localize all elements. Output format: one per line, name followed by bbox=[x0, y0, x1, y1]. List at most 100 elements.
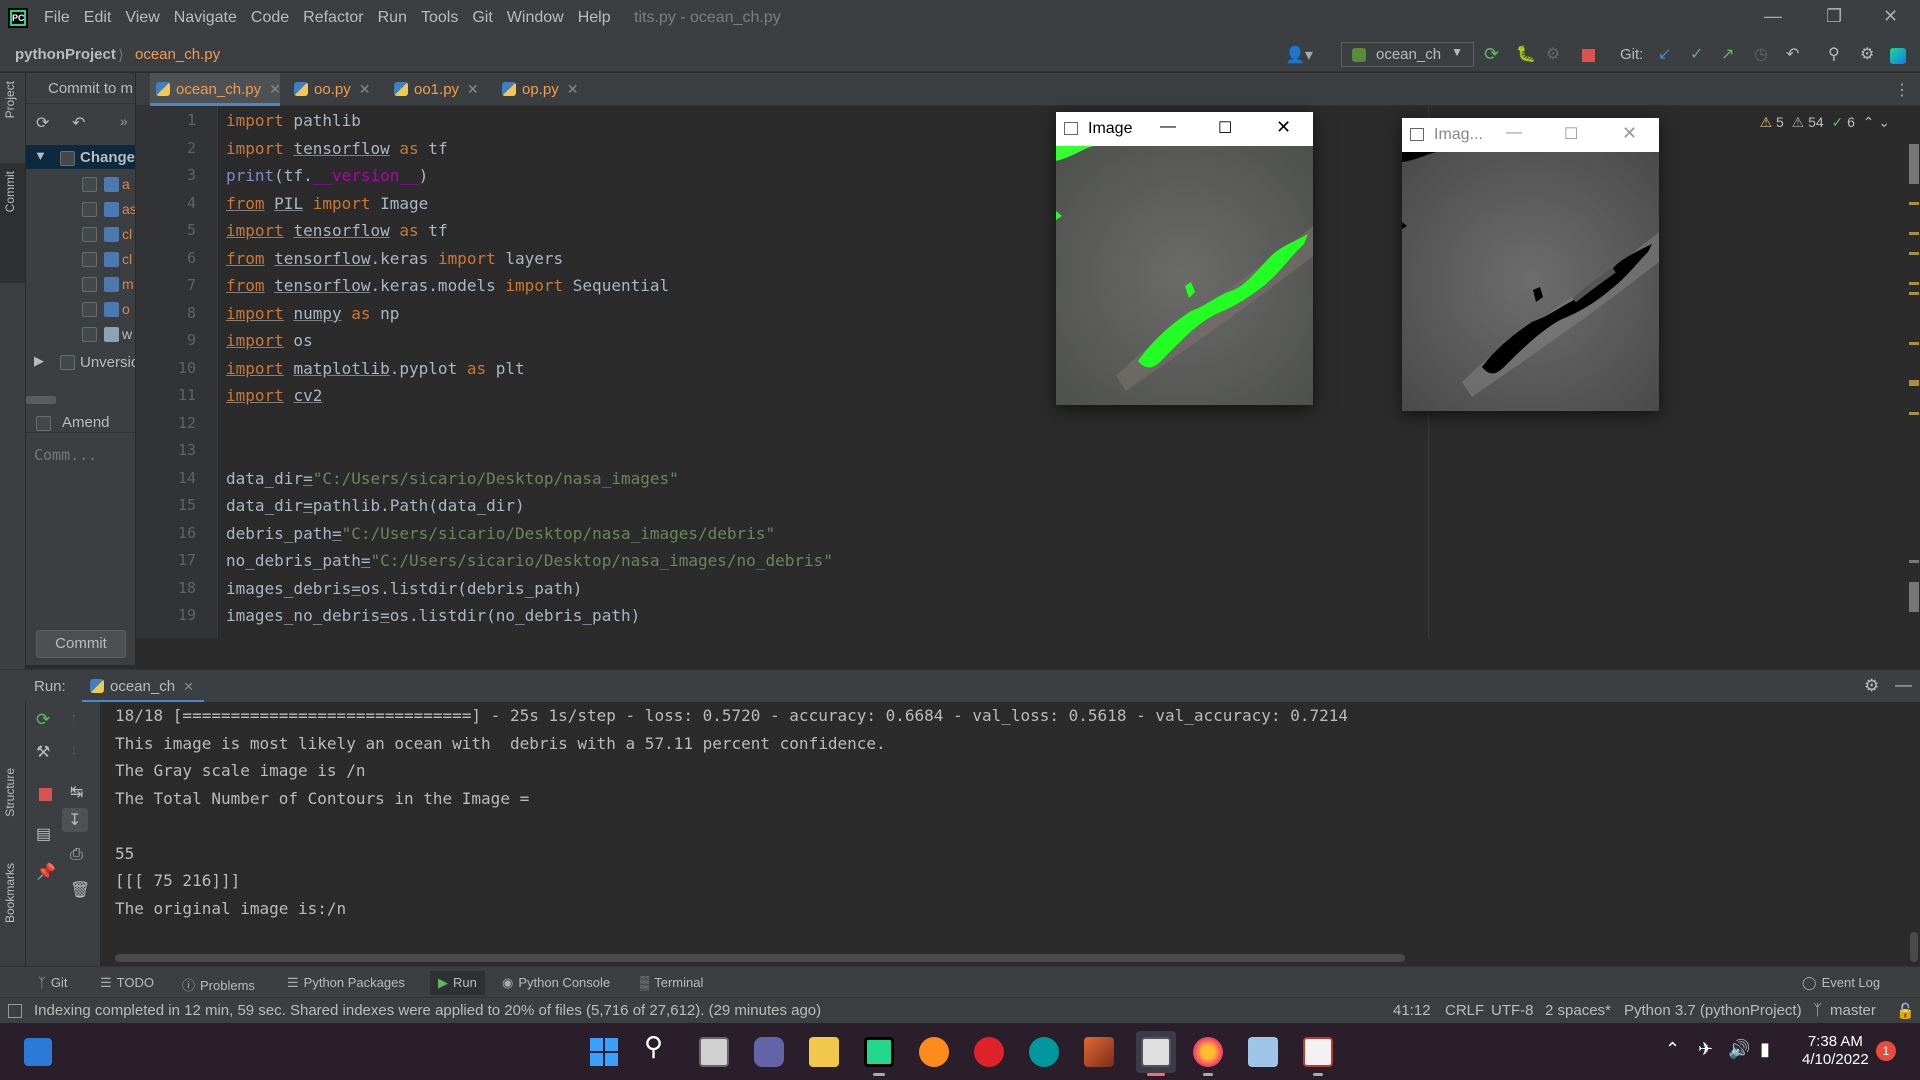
status-message[interactable]: Indexing completed in 12 min, 59 sec. Sh… bbox=[34, 1002, 821, 1019]
wrench-icon[interactable]: ⚒ bbox=[36, 742, 50, 762]
settings-icon[interactable]: ⚙ bbox=[1864, 676, 1879, 696]
file-checkbox[interactable] bbox=[82, 202, 97, 217]
file-explorer-icon[interactable] bbox=[809, 1037, 839, 1067]
file-checkbox[interactable] bbox=[82, 302, 97, 317]
teams-icon[interactable] bbox=[754, 1037, 784, 1067]
tool-tab-terminal[interactable]: ▒ Terminal bbox=[640, 975, 703, 990]
jetbrains-icon[interactable] bbox=[1890, 48, 1906, 64]
vertical-scrollbar[interactable] bbox=[1910, 932, 1918, 962]
project-tool-tab[interactable]: Project bbox=[3, 81, 17, 118]
caret-position[interactable]: 41:12 bbox=[1393, 1002, 1431, 1019]
run-console[interactable]: 18/18 [==============================] -… bbox=[100, 702, 1920, 966]
tool-tab-python-console[interactable]: ◉ Python Console bbox=[502, 975, 610, 991]
run-tab-ocean-ch[interactable]: ocean_ch ✕ bbox=[82, 670, 204, 703]
close-tab-icon[interactable]: ✕ bbox=[567, 81, 579, 97]
menu-navigate[interactable]: Navigate bbox=[174, 9, 237, 27]
scroll-to-end-icon[interactable]: ↧ bbox=[68, 810, 81, 830]
pycharm-icon[interactable] bbox=[864, 1037, 894, 1067]
file-name[interactable]: a bbox=[122, 176, 130, 192]
collapse-icon[interactable]: ▶ bbox=[34, 353, 44, 369]
more-vertical-icon[interactable]: ⋮ bbox=[1894, 80, 1910, 100]
file-encoding[interactable]: UTF-8 bbox=[1491, 1002, 1534, 1019]
tray-chevron-up-icon[interactable]: ⌃ bbox=[1665, 1039, 1680, 1060]
tab-op[interactable]: op.py ✕ bbox=[502, 73, 578, 106]
system-clock[interactable]: 7:38 AM 4/10/2022 bbox=[1802, 1033, 1869, 1069]
file-checkbox[interactable] bbox=[82, 177, 97, 192]
rollback-icon[interactable]: ↶ bbox=[72, 113, 85, 133]
firefox-icon[interactable] bbox=[1193, 1037, 1223, 1067]
menu-code[interactable]: Code bbox=[251, 9, 289, 27]
file-name[interactable]: as bbox=[122, 201, 135, 217]
python-interpreter[interactable]: Python 3.7 (pythonProject) bbox=[1624, 1002, 1802, 1019]
rerun-icon[interactable]: ⟳ bbox=[1484, 44, 1500, 64]
close-tab-icon[interactable]: ✕ bbox=[269, 81, 281, 97]
layout-icon[interactable]: ▤ bbox=[36, 824, 51, 844]
tool-tab-event-log[interactable]: ◯ Event Log bbox=[1802, 975, 1880, 991]
unversioned-checkbox[interactable] bbox=[60, 355, 75, 370]
user-icon[interactable]: 👤▾ bbox=[1285, 45, 1313, 65]
screen-recorder-icon[interactable] bbox=[974, 1037, 1004, 1067]
settings-icon[interactable]: ⚙ bbox=[1860, 44, 1876, 63]
run-config-select[interactable]: ocean_ch ▼ bbox=[1341, 42, 1474, 67]
error-stripe[interactable] bbox=[1907, 142, 1920, 642]
task-view-icon[interactable] bbox=[699, 1037, 729, 1067]
file-name[interactable]: w bbox=[122, 326, 132, 342]
soft-wrap-icon[interactable]: ↹ bbox=[70, 782, 83, 802]
more-icon[interactable]: » bbox=[120, 113, 128, 129]
arrow-down-icon[interactable]: ↓ bbox=[70, 742, 78, 760]
git-update-icon[interactable]: ↙ bbox=[1658, 44, 1674, 63]
status-panel-icon[interactable] bbox=[8, 1004, 22, 1018]
minimize-icon[interactable]: — bbox=[1506, 124, 1522, 142]
image-viewer-icon[interactable] bbox=[1248, 1037, 1278, 1067]
maximize-icon[interactable]: ☐ bbox=[1564, 124, 1578, 144]
menu-run[interactable]: Run bbox=[378, 9, 407, 27]
tab-oo[interactable]: oo.py ✕ bbox=[294, 73, 370, 106]
lock-icon[interactable]: 🔓 bbox=[1896, 1002, 1915, 1020]
file-checkbox[interactable] bbox=[82, 252, 97, 267]
file-name[interactable]: cl bbox=[122, 251, 132, 267]
bookmarks-tool-tab[interactable]: Bookmarks bbox=[3, 863, 17, 923]
menu-window[interactable]: Window bbox=[507, 9, 564, 27]
search-icon[interactable]: ⚲ bbox=[644, 1031, 674, 1061]
matlab-icon[interactable] bbox=[1084, 1037, 1114, 1067]
file-name[interactable]: cl bbox=[122, 226, 132, 242]
tool-tab-todo[interactable]: ☰ TODO bbox=[100, 975, 154, 991]
git-branch[interactable]: master bbox=[1830, 1002, 1876, 1019]
image-window-titlebar[interactable]: Imag... — ☐ ✕ bbox=[1402, 118, 1659, 152]
changes-checkbox[interactable] bbox=[60, 151, 75, 166]
tab-ocean-ch[interactable]: ocean_ch.py ✕ bbox=[150, 73, 281, 106]
maximize-icon[interactable]: ☐ bbox=[1218, 118, 1232, 138]
snipping-tool-icon[interactable] bbox=[1303, 1037, 1333, 1067]
close-tab-icon[interactable]: ✕ bbox=[183, 679, 194, 694]
widgets-icon[interactable] bbox=[24, 1038, 52, 1066]
minimize-icon[interactable]: — bbox=[1764, 6, 1782, 27]
tool-tab-python-packages[interactable]: ☰ Python Packages bbox=[287, 975, 405, 991]
unversioned-label[interactable]: Unversio bbox=[80, 354, 135, 371]
menu-edit[interactable]: Edit bbox=[84, 9, 112, 27]
notification-badge[interactable]: 1 bbox=[1876, 1041, 1896, 1061]
git-commit-icon[interactable]: ✓ bbox=[1690, 44, 1706, 63]
file-name[interactable]: m bbox=[122, 276, 134, 292]
breadcrumb-file[interactable]: ocean_ch.py bbox=[135, 46, 220, 63]
battery-icon[interactable]: ▮ bbox=[1760, 1039, 1770, 1060]
menu-file[interactable]: File bbox=[44, 9, 70, 27]
airplane-icon[interactable]: ✈ bbox=[1698, 1039, 1713, 1060]
volume-icon[interactable]: 🔊 bbox=[1728, 1039, 1750, 1060]
menu-help[interactable]: Help bbox=[578, 9, 611, 27]
fl-studio-icon[interactable] bbox=[919, 1037, 949, 1067]
trash-icon[interactable]: 🗑 bbox=[70, 880, 90, 900]
image-window-grayscale[interactable]: Imag... — ☐ ✕ bbox=[1402, 118, 1659, 411]
inspection-widget[interactable]: ⚠ 5 ⚠ 54 ✓ 6 ⌃ ⌄ bbox=[1760, 114, 1890, 131]
file-checkbox[interactable] bbox=[82, 277, 97, 292]
minimize-icon[interactable]: — bbox=[1160, 118, 1176, 136]
chevron-down-icon[interactable]: ⌄ bbox=[1878, 114, 1890, 130]
close-icon[interactable]: ✕ bbox=[1622, 123, 1637, 144]
breadcrumb-project[interactable]: pythonProject bbox=[15, 46, 116, 63]
rollback-icon[interactable]: ↶ bbox=[1786, 44, 1802, 63]
search-icon[interactable]: ⚲ bbox=[1828, 44, 1844, 63]
menu-view[interactable]: View bbox=[125, 9, 159, 27]
menu-git[interactable]: Git bbox=[472, 9, 492, 27]
tab-oo1[interactable]: oo1.py ✕ bbox=[394, 73, 479, 106]
image-window-contours[interactable]: Image — ☐ ✕ bbox=[1056, 112, 1313, 405]
python-window-icon[interactable] bbox=[1141, 1037, 1171, 1067]
